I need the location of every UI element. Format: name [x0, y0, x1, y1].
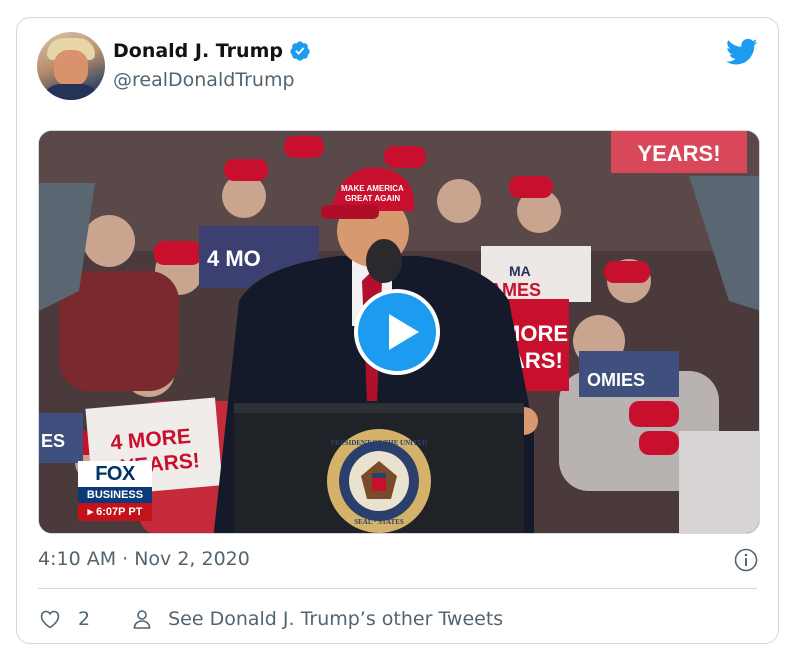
svg-text:SEAL · STATES: SEAL · STATES	[354, 518, 404, 526]
svg-text:YEARS!: YEARS!	[637, 141, 720, 166]
network-logo: FOX	[78, 461, 152, 487]
tweet-actions: 2 See Donald J. Trump’s other Tweets	[38, 604, 503, 634]
svg-text:MA: MA	[509, 263, 531, 279]
heart-icon	[40, 610, 60, 629]
network-time: ▸ 6:07P PT	[78, 503, 152, 521]
author-handle[interactable]: @realDonaldTrump	[113, 69, 295, 91]
presidential-seal: PRESIDENT OF THE UNITED SEAL · STATES	[327, 429, 431, 533]
person-icon	[133, 610, 151, 629]
avatar-suit	[41, 84, 101, 100]
network-sub: BUSINESS	[78, 487, 152, 503]
video-thumbnail[interactable]: YEARS! 4 MO MA AMES MORE ARS! OMIES 4 MO…	[38, 130, 760, 534]
svg-text:MAKE AMERICA: MAKE AMERICA	[341, 184, 404, 193]
other-tweets-link[interactable]: See Donald J. Trump’s other Tweets	[130, 607, 503, 631]
svg-text:ES: ES	[41, 431, 65, 451]
fox-business-bug: FOX BUSINESS ▸ 6:07P PT	[78, 461, 152, 521]
svg-text:4 MO: 4 MO	[207, 246, 261, 271]
twitter-bird-icon[interactable]	[726, 38, 758, 66]
tweet-card[interactable]: Donald J. Trump @realDonaldTrump YEARS! …	[16, 17, 779, 644]
author-name[interactable]: Donald J. Trump	[113, 40, 283, 62]
author-avatar[interactable]	[37, 32, 105, 100]
like-count: 2	[78, 608, 91, 630]
svg-text:PRESIDENT OF THE UNITED: PRESIDENT OF THE UNITED	[331, 439, 428, 447]
like-button[interactable]: 2	[38, 607, 90, 631]
other-tweets-label[interactable]: See Donald J. Trump’s other Tweets	[168, 608, 503, 630]
info-icon[interactable]	[734, 548, 758, 572]
author-name-row[interactable]: Donald J. Trump	[113, 40, 311, 62]
svg-text:GREAT AGAIN: GREAT AGAIN	[345, 194, 400, 203]
svg-text:OMIES: OMIES	[587, 370, 645, 390]
tweet-timestamp[interactable]: 4:10 AM · Nov 2, 2020	[38, 548, 250, 570]
play-button[interactable]	[354, 289, 440, 375]
divider	[38, 588, 757, 589]
verified-badge-icon	[290, 41, 310, 61]
avatar-face	[54, 50, 88, 86]
